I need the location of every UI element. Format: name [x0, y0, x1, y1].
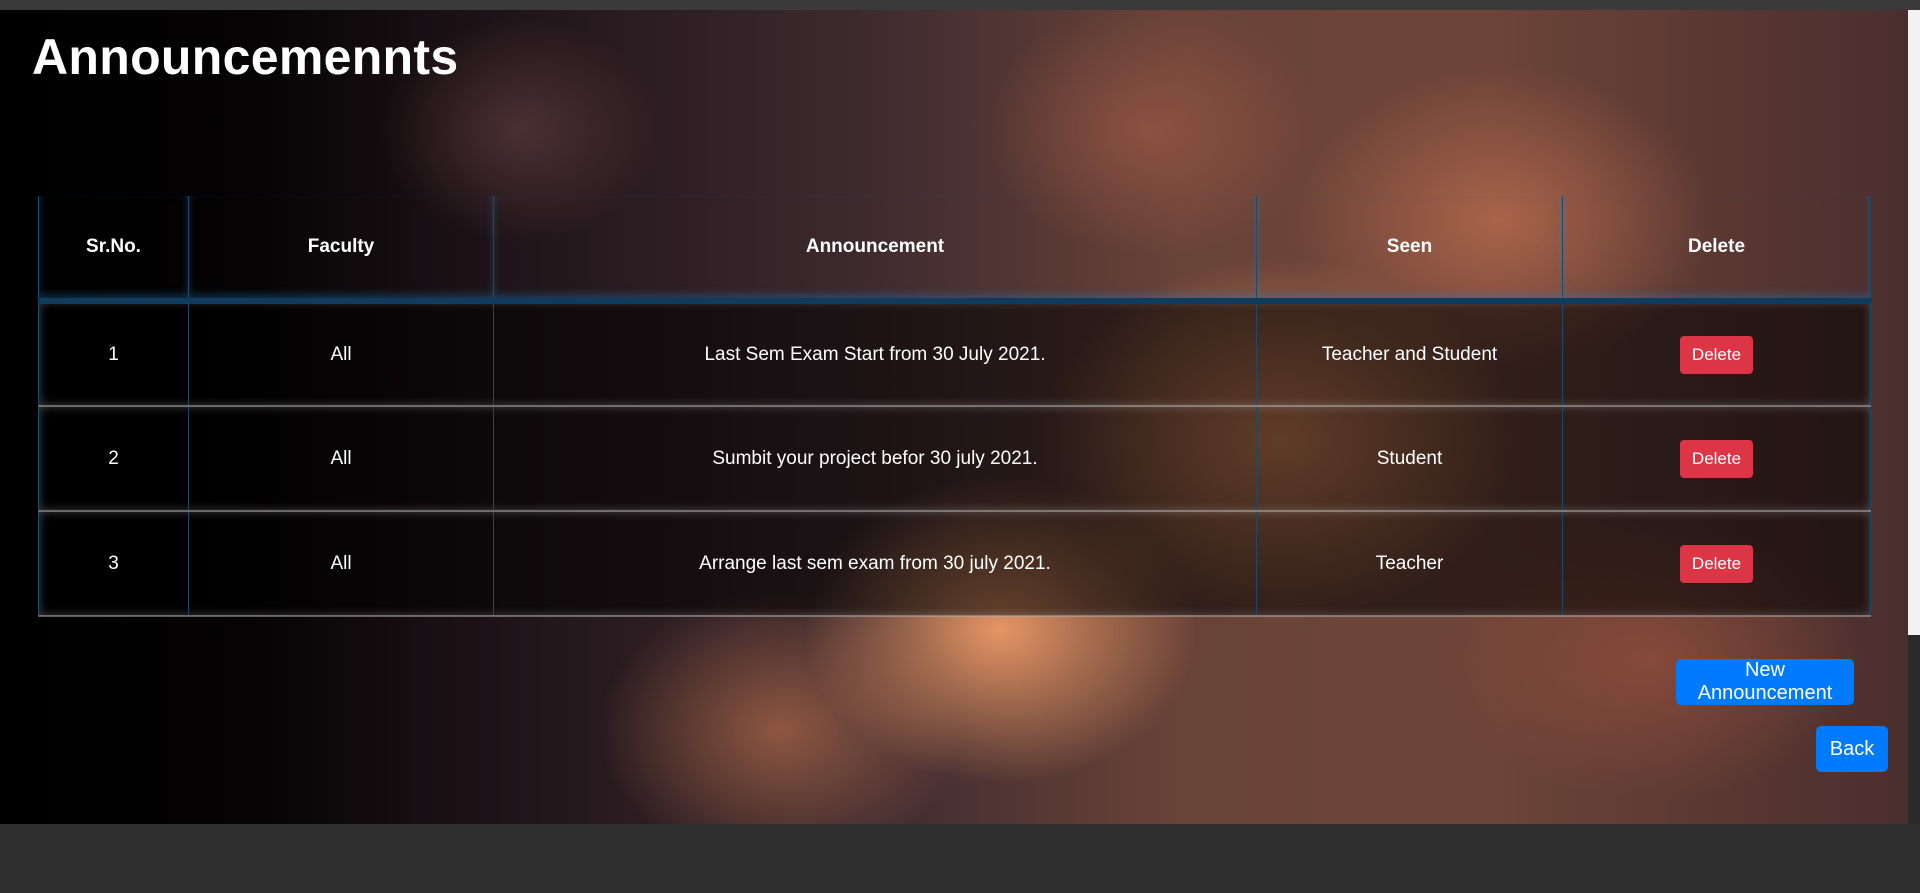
cell-faculty: All: [188, 511, 494, 617]
cell-announcement: Last Sem Exam Start from 30 July 2021.: [493, 301, 1257, 407]
cell-seen: Teacher: [1256, 511, 1563, 617]
delete-button[interactable]: Delete: [1679, 439, 1754, 478]
cell-sr-no: 3: [38, 511, 189, 617]
delete-button[interactable]: Delete: [1679, 335, 1754, 374]
cell-faculty: All: [188, 406, 494, 512]
table-row: 2 All Sumbit your project befor 30 july …: [38, 406, 1871, 512]
cell-announcement: Arrange last sem exam from 30 july 2021.: [493, 511, 1257, 617]
back-button[interactable]: Back: [1816, 726, 1888, 772]
column-header-sr-no: Sr.No.: [38, 196, 189, 304]
table-row: 1 All Last Sem Exam Start from 30 July 2…: [38, 301, 1871, 407]
delete-button[interactable]: Delete: [1679, 544, 1754, 583]
cell-faculty: All: [188, 301, 494, 407]
scrollbar-thumb[interactable]: [1908, 10, 1920, 635]
column-header-delete: Delete: [1562, 196, 1871, 304]
column-header-faculty: Faculty: [188, 196, 494, 304]
cell-seen: Teacher and Student: [1256, 301, 1563, 407]
cell-delete: Delete: [1562, 406, 1871, 512]
browser-top-bar: [0, 0, 1920, 10]
new-announcement-button[interactable]: New Announcement: [1676, 659, 1854, 705]
announcements-table: Sr.No. Faculty Announcement Seen Delete …: [38, 196, 1871, 617]
page-background: Announcemennts Sr.No. Faculty Announceme…: [0, 10, 1908, 824]
table-row: 3 All Arrange last sem exam from 30 july…: [38, 511, 1871, 617]
cell-delete: Delete: [1562, 301, 1871, 407]
cell-announcement: Sumbit your project befor 30 july 2021.: [493, 406, 1257, 512]
cell-sr-no: 1: [38, 301, 189, 407]
cell-sr-no: 2: [38, 406, 189, 512]
cell-delete: Delete: [1562, 511, 1871, 617]
page-title: Announcemennts: [32, 29, 459, 85]
cell-seen: Student: [1256, 406, 1563, 512]
announcements-table-container: Sr.No. Faculty Announcement Seen Delete …: [38, 196, 1871, 617]
table-header-row: Sr.No. Faculty Announcement Seen Delete: [38, 196, 1871, 304]
column-header-seen: Seen: [1256, 196, 1563, 304]
column-header-announcement: Announcement: [493, 196, 1257, 304]
